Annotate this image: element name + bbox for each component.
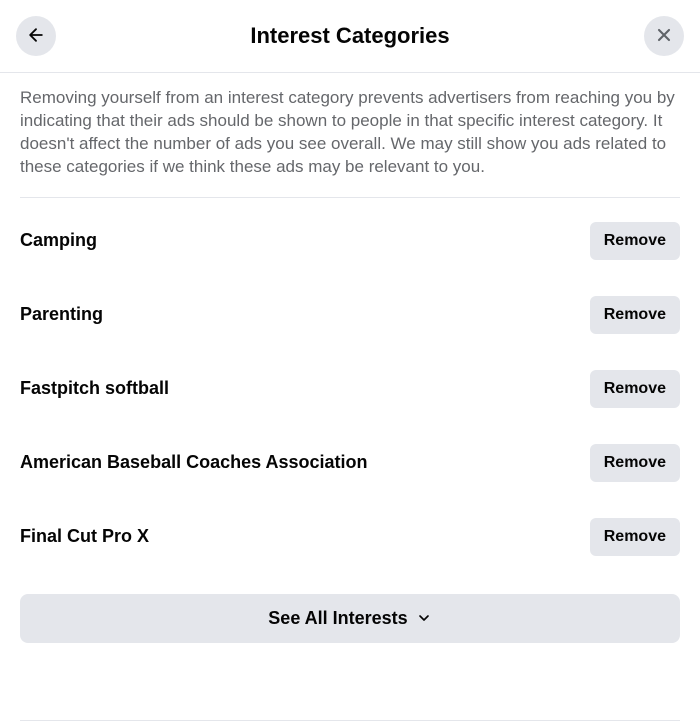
see-all-label: See All Interests: [268, 608, 407, 629]
close-button[interactable]: [644, 16, 684, 56]
back-button[interactable]: [16, 16, 56, 56]
close-icon: [654, 25, 674, 48]
remove-button[interactable]: Remove: [590, 370, 680, 408]
interest-label: Final Cut Pro X: [20, 526, 149, 547]
modal-body: Removing yourself from an interest categ…: [0, 73, 700, 720]
interest-list: Camping Remove Parenting Remove Fastpitc…: [20, 198, 680, 590]
description-text: Removing yourself from an interest categ…: [20, 73, 680, 198]
interest-row: American Baseball Coaches Association Re…: [20, 426, 680, 500]
interest-label: Camping: [20, 230, 97, 251]
interest-label: American Baseball Coaches Association: [20, 452, 367, 473]
interest-row: Final Cut Pro X Remove: [20, 500, 680, 574]
interest-label: Fastpitch softball: [20, 378, 169, 399]
interest-label: Parenting: [20, 304, 103, 325]
modal-header: Interest Categories: [0, 0, 700, 73]
interest-categories-modal: Interest Categories Removing yourself fr…: [0, 0, 700, 721]
modal-title: Interest Categories: [56, 23, 644, 49]
remove-button[interactable]: Remove: [590, 296, 680, 334]
arrow-left-icon: [26, 25, 46, 48]
interest-row: Fastpitch softball Remove: [20, 352, 680, 426]
remove-button[interactable]: Remove: [590, 518, 680, 556]
interest-row: Parenting Remove: [20, 278, 680, 352]
remove-button[interactable]: Remove: [590, 444, 680, 482]
chevron-down-icon: [416, 610, 432, 626]
see-all-wrap: See All Interests: [20, 590, 680, 663]
see-all-interests-button[interactable]: See All Interests: [20, 594, 680, 643]
remove-button[interactable]: Remove: [590, 222, 680, 260]
interest-row: Camping Remove: [20, 204, 680, 278]
